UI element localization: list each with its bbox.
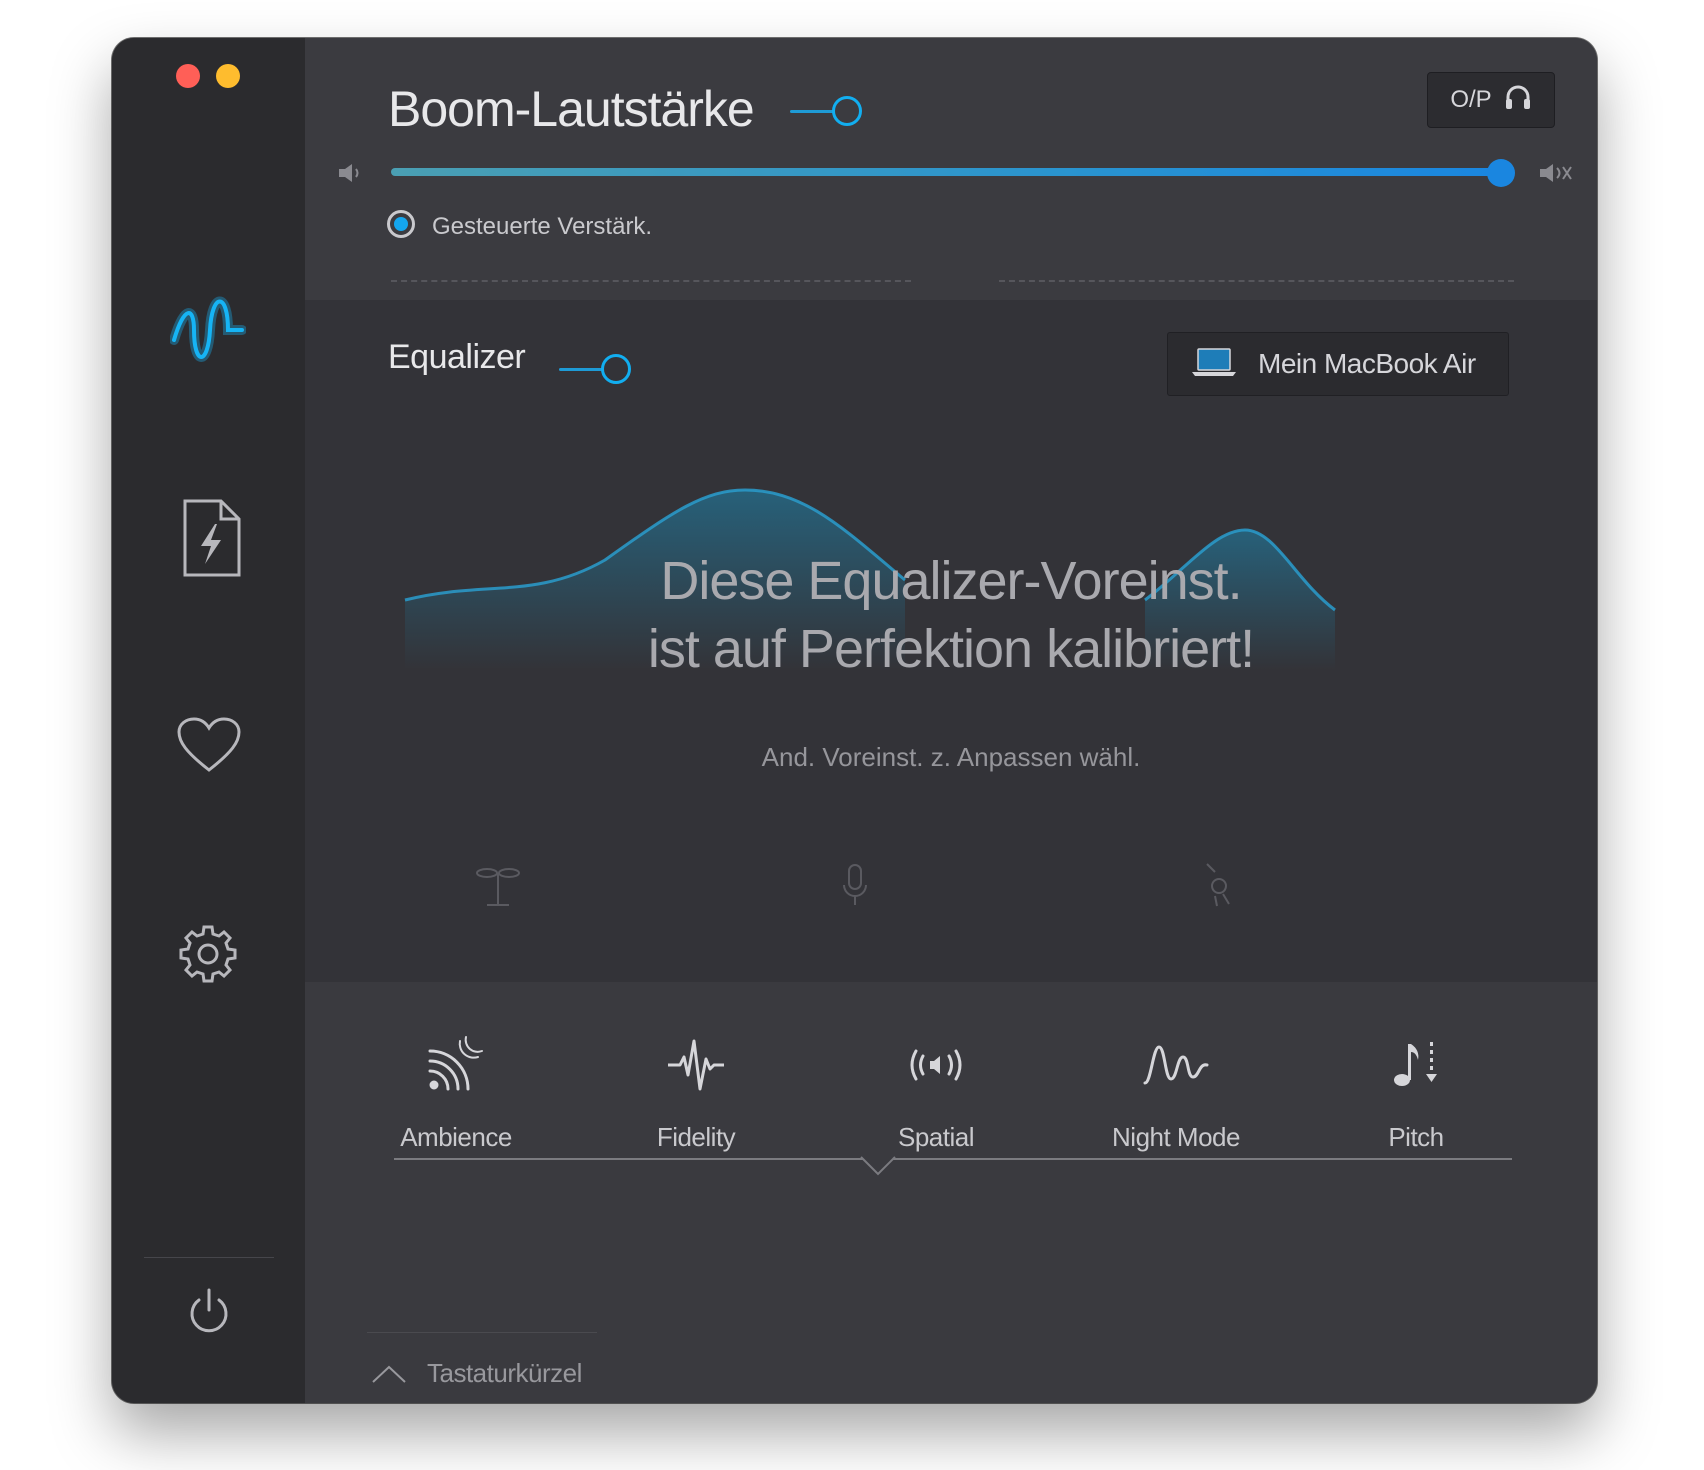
night-mode-icon [1076,1034,1276,1096]
microphone-icon[interactable] [840,863,870,912]
laptop-icon [1192,347,1236,382]
guitar-icon[interactable] [1201,860,1241,913]
eq-message-line2: ist auf Perfektion kalibriert! [647,619,1255,679]
ambience-label: Ambience [400,1122,512,1152]
effects-panel: Ambience Fidelity Spatial Night Mode Pit… [305,982,1597,1403]
settings-gear-icon[interactable] [178,924,238,989]
effects-caret-icon [860,1156,896,1176]
device-label: Mein MacBook Air [1258,348,1476,379]
equalizer-wave-icon[interactable] [169,296,247,367]
pitch-icon [1316,1034,1516,1096]
effect-night-mode[interactable]: Night Mode [1076,1034,1276,1153]
close-window-button[interactable] [176,64,200,88]
keyboard-shortcuts-label: Tastaturkürzel [427,1358,582,1388]
dashed-divider-right [999,280,1514,282]
boom-app-window: Boom-Lautstärke O/P Gesteuerte Verstärk.… [112,38,1597,1403]
output-button[interactable]: O/P [1427,72,1555,128]
keyboard-shortcuts-toggle[interactable]: Tastaturkürzel [371,1358,582,1389]
sidebar-divider [144,1257,274,1258]
effect-fidelity[interactable]: Fidelity [596,1034,796,1153]
output-button-label: O/P [1450,86,1492,113]
equalizer-panel: Equalizer Mein MacBook Air Diese Equaliz… [305,300,1597,982]
equalizer-toggle[interactable] [559,354,631,384]
effect-ambience[interactable]: Ambience [356,1034,556,1153]
boom-volume-toggle[interactable] [790,96,862,126]
volume-title: Boom-Lautstärke [388,81,755,137]
controlled-gain-label: Gesteuerte Verstärk. [432,213,653,240]
spatial-label: Spatial [898,1122,975,1152]
equalizer-title: Equalizer [388,338,526,376]
eq-message-line1: Diese Equalizer-Voreinst. [660,551,1242,611]
minimize-window-button[interactable] [216,64,240,88]
ambience-icon [356,1034,556,1096]
sidebar [112,38,305,1403]
chevron-up-icon [372,1365,406,1383]
fidelity-label: Fidelity [656,1122,736,1152]
volume-boost-icon [1538,162,1574,189]
dashed-divider-left [391,280,911,282]
main-content: Boom-Lautstärke O/P Gesteuerte Verstärk.… [305,38,1597,1403]
controlled-gain-radio[interactable] [387,210,415,238]
effects-divider [394,1158,1512,1160]
shortcut-divider [367,1332,597,1333]
headphones-icon [1504,83,1532,118]
fidelity-icon [596,1034,796,1096]
volume-low-icon [337,162,363,189]
eq-hint: And. Voreinst. z. Anpassen wähl. [761,742,1141,772]
night-mode-label: Night Mode [1112,1122,1240,1152]
effect-spatial[interactable]: Spatial [836,1034,1036,1153]
volume-slider-track[interactable] [391,168,1501,176]
drums-icon[interactable] [473,865,523,914]
device-selector-button[interactable]: Mein MacBook Air [1167,332,1509,396]
effect-pitch[interactable]: Pitch [1316,1034,1516,1153]
power-icon[interactable] [186,1286,232,1341]
favorites-heart-icon[interactable] [176,716,242,779]
pitch-label: Pitch [1388,1122,1444,1152]
file-boost-icon[interactable] [181,498,243,583]
volume-slider-thumb[interactable] [1487,159,1515,187]
spatial-icon [836,1034,1036,1096]
volume-panel: Boom-Lautstärke O/P Gesteuerte Verstärk. [305,38,1597,300]
